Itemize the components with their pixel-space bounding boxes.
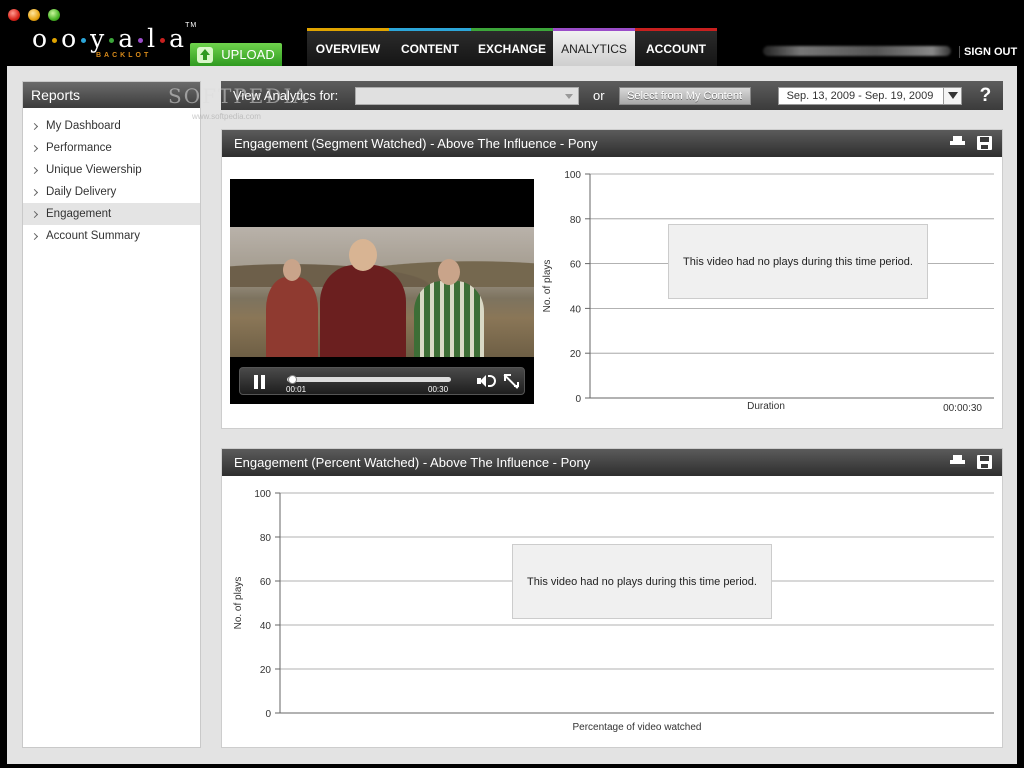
chevron-right-icon <box>30 144 39 152</box>
sidebar-item-label: My Dashboard <box>46 120 121 132</box>
segment-watched-panel: Engagement (Segment Watched) - Above The… <box>221 129 1003 429</box>
sign-out-link[interactable]: SIGN OUT <box>959 46 1017 58</box>
no-plays-message: This video had no plays during this time… <box>668 224 928 299</box>
sidebar-item-label: Performance <box>46 142 112 154</box>
chevron-right-icon <box>30 232 39 240</box>
y-tick-label: 0 <box>575 394 581 405</box>
video-frame <box>230 227 534 357</box>
y-tick-label: 60 <box>260 577 272 588</box>
tab-overview[interactable]: OVERVIEW <box>307 28 389 66</box>
seek-bar[interactable] <box>287 375 451 384</box>
sidebar-item-daily-delivery[interactable]: Daily Delivery <box>23 181 200 203</box>
y-tick-label: 20 <box>570 349 582 360</box>
chevron-right-icon <box>30 166 39 174</box>
y-tick-label: 20 <box>260 665 272 676</box>
tab-analytics[interactable]: ANALYTICS <box>553 28 635 66</box>
x-axis-title: Percentage of video watched <box>573 722 702 733</box>
sidebar-item-unique-viewership[interactable]: Unique Viewership <box>23 159 200 181</box>
analytics-filter-bar: View Analytics for: or Select from My Co… <box>221 81 1003 110</box>
date-dropdown-arrow-icon[interactable] <box>942 87 961 104</box>
select-from-my-content-button[interactable]: Select from My Content <box>618 86 751 105</box>
player-controls: 00:01 00:30 <box>239 367 525 395</box>
seek-handle[interactable] <box>287 375 297 384</box>
sidebar-item-engagement[interactable]: Engagement <box>23 203 200 225</box>
window-controls <box>8 9 60 21</box>
panel-title: Engagement (Percent Watched) - Above The… <box>222 449 1002 476</box>
sidebar-item-label: Engagement <box>46 208 112 220</box>
chevron-right-icon <box>30 210 39 218</box>
logo-subtitle: BACKLOT <box>96 52 152 59</box>
save-icon[interactable] <box>977 455 992 469</box>
upload-arrow-icon <box>197 46 214 63</box>
y-axis-title: No. of plays <box>542 260 553 313</box>
blurred-username <box>763 46 951 56</box>
top-bar: o o y a l aTM BACKLOT UPLOAD OVERVIEW CONTENT… <box>0 0 1024 66</box>
current-time: 00:01 <box>286 385 307 394</box>
y-tick-label: 80 <box>260 533 272 544</box>
sidebar-item-label: Daily Delivery <box>46 186 117 198</box>
percent-watched-panel: Engagement (Percent Watched) - Above The… <box>221 448 1003 748</box>
panel-tools <box>950 136 992 150</box>
y-tick-label: 0 <box>265 709 271 720</box>
print-icon[interactable] <box>950 455 965 469</box>
sidebar-item-my-dashboard[interactable]: My Dashboard <box>23 115 200 137</box>
reports-list: My Dashboard Performance Unique Viewersh… <box>23 108 200 247</box>
x-end-label: 00:00:30 <box>943 403 982 414</box>
close-window-button[interactable] <box>8 9 20 21</box>
content-frame: Reports My Dashboard Performance Unique … <box>7 66 1017 764</box>
y-tick-label: 100 <box>564 170 581 181</box>
help-icon[interactable]: ? <box>980 85 992 107</box>
y-tick-label: 40 <box>260 621 272 632</box>
tab-account[interactable]: ACCOUNT <box>635 28 717 66</box>
duration-time: 00:30 <box>428 385 449 394</box>
minimize-window-button[interactable] <box>28 9 40 21</box>
or-label: or <box>593 88 605 103</box>
panel-title: Engagement (Segment Watched) - Above The… <box>222 130 1002 157</box>
upload-button[interactable]: UPLOAD <box>190 43 282 66</box>
y-tick-label: 100 <box>254 489 271 500</box>
main-tabs: OVERVIEW CONTENT EXCHANGE ANALYTICS ACCO… <box>307 28 717 66</box>
reports-sidebar: Reports My Dashboard Performance Unique … <box>22 81 201 748</box>
tab-exchange[interactable]: EXCHANGE <box>471 28 553 66</box>
sidebar-item-label: Account Summary <box>46 230 140 242</box>
upload-label: UPLOAD <box>221 47 275 62</box>
save-icon[interactable] <box>977 136 992 150</box>
tab-content[interactable]: CONTENT <box>389 28 471 66</box>
sidebar-item-label: Unique Viewership <box>46 164 142 176</box>
y-axis-title: No. of plays <box>233 577 244 630</box>
print-icon[interactable] <box>950 136 965 150</box>
sidebar-item-performance[interactable]: Performance <box>23 137 200 159</box>
zoom-window-button[interactable] <box>48 9 60 21</box>
date-range-select[interactable]: Sep. 13, 2009 - Sep. 19, 2009 <box>777 86 962 105</box>
ooyala-logo: o o y a l aTM <box>32 22 198 53</box>
y-tick-label: 60 <box>570 260 582 271</box>
video-player[interactable]: 00:01 00:30 <box>230 179 534 404</box>
chevron-right-icon <box>30 122 39 130</box>
sidebar-title: Reports <box>23 82 200 108</box>
panel-tools <box>950 455 992 469</box>
dropdown-arrow-icon <box>565 93 573 99</box>
x-axis-title: Duration <box>747 401 785 412</box>
no-plays-message: This video had no plays during this time… <box>512 544 772 619</box>
y-tick-label: 80 <box>570 215 582 226</box>
y-tick-label: 40 <box>570 304 582 315</box>
pause-icon[interactable] <box>253 375 267 389</box>
date-range-value: Sep. 13, 2009 - Sep. 19, 2009 <box>786 89 934 102</box>
content-select[interactable] <box>355 86 579 105</box>
chevron-right-icon <box>30 188 39 196</box>
view-analytics-label: View Analytics for: <box>233 88 339 103</box>
sidebar-item-account-summary[interactable]: Account Summary <box>23 225 200 247</box>
